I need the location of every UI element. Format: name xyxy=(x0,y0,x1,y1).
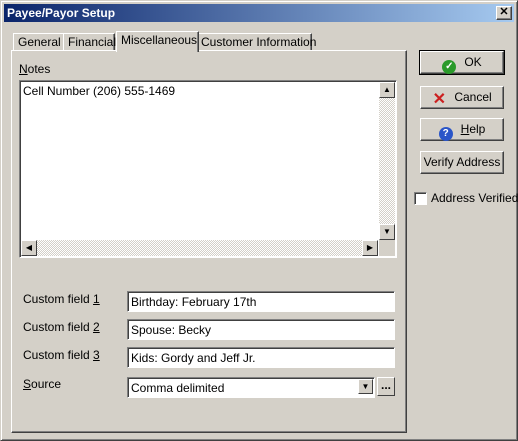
notes-textarea[interactable]: Cell Number (206) 555-1469 ▲ ▼ ◀ ▶ xyxy=(19,80,397,258)
source-dropdown[interactable]: Comma delimited ▼ xyxy=(127,377,375,398)
tab-miscellaneous-label: Miscellaneous xyxy=(121,33,198,47)
verify-address-button[interactable]: Verify Address xyxy=(420,151,504,174)
custom-field-1-label: Custom field 1 xyxy=(23,292,100,306)
custom-field-2-input[interactable]: Spouse: Becky xyxy=(127,319,395,340)
cancel-label: Cancel xyxy=(454,90,492,104)
tab-financial-label: Financial xyxy=(68,35,117,49)
check-icon: ✓ xyxy=(442,60,457,74)
help-icon: ? xyxy=(438,127,453,141)
ok-label: OK xyxy=(464,55,482,69)
close-icon[interactable]: ✕ xyxy=(496,6,512,20)
custom-field-3-input[interactable]: Kids: Gordy and Jeff Jr. xyxy=(127,347,395,368)
scroll-right-icon[interactable]: ▶ xyxy=(362,240,378,256)
tab-miscellaneous[interactable]: Miscellaneous xyxy=(116,31,199,52)
verify-address-label: Verify Address xyxy=(423,155,501,169)
address-verified-label: Address Verified xyxy=(431,191,518,205)
notes-label: Notes xyxy=(19,62,51,76)
custom-field-3-value: Kids: Gordy and Jeff Jr. xyxy=(131,351,256,365)
address-verified-checkbox[interactable] xyxy=(414,192,427,205)
source-value: Comma delimited xyxy=(131,381,225,395)
notes-horizontal-scrollbar[interactable]: ◀ ▶ xyxy=(21,240,378,256)
custom-field-1-value: Birthday: February 17th xyxy=(131,295,257,309)
title-bar: Payee/Payor Setup ✕ xyxy=(4,4,514,22)
cancel-button[interactable]: ✕ Cancel xyxy=(420,86,504,109)
tab-general-label: General xyxy=(18,35,61,49)
chevron-down-icon[interactable]: ▼ xyxy=(358,379,373,394)
tab-customer-information-label: Customer Information xyxy=(201,35,317,49)
tab-financial[interactable]: Financial xyxy=(63,33,117,51)
help-button[interactable]: ? Help xyxy=(420,118,504,141)
ok-button[interactable]: ✓ OK xyxy=(419,50,505,75)
scroll-down-icon[interactable]: ▼ xyxy=(379,224,395,240)
source-browse-button[interactable]: ... xyxy=(377,377,395,396)
custom-field-3-label: Custom field 3 xyxy=(23,348,100,362)
scroll-left-icon[interactable]: ◀ xyxy=(21,240,37,256)
custom-field-2-label: Custom field 2 xyxy=(23,320,100,334)
custom-field-2-value: Spouse: Becky xyxy=(131,323,212,337)
tab-general[interactable]: General xyxy=(13,33,65,51)
scroll-up-icon[interactable]: ▲ xyxy=(379,82,395,98)
x-icon: ✕ xyxy=(432,91,447,108)
notes-vertical-scrollbar[interactable]: ▲ ▼ xyxy=(379,82,395,240)
scrollbar-corner xyxy=(379,240,395,256)
custom-field-1-input[interactable]: Birthday: February 17th xyxy=(127,291,395,312)
notes-text: Cell Number (206) 555-1469 xyxy=(23,84,176,98)
source-label: Source xyxy=(23,377,62,391)
tab-customer-information[interactable]: Customer Information xyxy=(196,33,316,51)
window-title: Payee/Payor Setup xyxy=(7,6,116,20)
